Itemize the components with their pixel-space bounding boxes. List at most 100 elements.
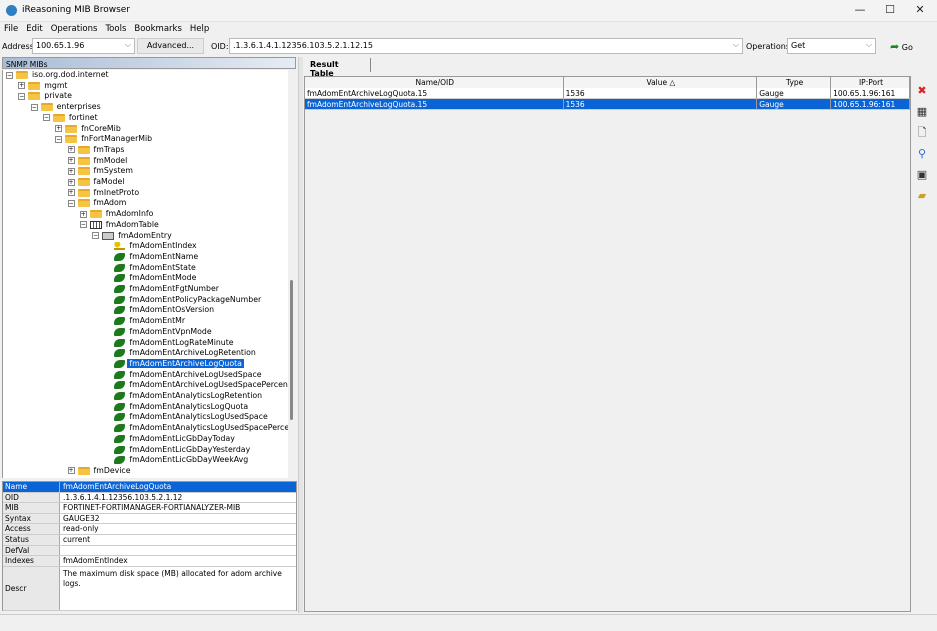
tree-node[interactable]: + fnCoreMib (55, 124, 123, 135)
tree-node[interactable]: fmAdomEntMode (114, 273, 198, 284)
collapse-icon[interactable]: − (18, 92, 26, 100)
tree-node[interactable]: fmAdomEntArchiveLogUsedSpacePercent (114, 380, 288, 391)
collapse-icon[interactable]: − (6, 71, 13, 79)
export-icon[interactable]: ▣ (915, 168, 929, 182)
tree-node[interactable]: fmAdomEntIndex (114, 241, 198, 252)
tree-node-label: fmAdomEntArchiveLogQuota (127, 358, 244, 368)
collapse-icon[interactable]: − (30, 103, 38, 111)
go-label: Go (901, 43, 913, 52)
tree-node-label: fmAdomEntAnalyticsLogRetention (129, 391, 263, 400)
collapse-icon[interactable]: − (67, 199, 75, 207)
tree-node[interactable]: − fmAdomTable (79, 220, 161, 231)
tree-node[interactable]: fmAdomEntArchiveLogUsedSpace (114, 370, 263, 381)
detail-value: .1.3.6.1.4.1.12356.103.5.2.1.12 (63, 492, 183, 502)
oid-value: .1.3.6.1.4.1.12356.103.5.2.1.12.15 (233, 41, 373, 50)
tree-node[interactable]: fmAdomEntState (114, 263, 197, 274)
operations-select[interactable]: Get ⌵ (787, 38, 876, 54)
table-row-selected[interactable]: fmAdomEntArchiveLogQuota.15 1536 Gauge 100.… (305, 99, 910, 110)
collapse-icon[interactable]: − (92, 232, 100, 239)
tree-node[interactable]: + fmAdomInfo (79, 209, 156, 220)
tree-node[interactable]: fmAdomEntVpnMode (114, 327, 213, 338)
tree-node[interactable]: − fmAdomEntry (92, 231, 174, 242)
tree-node[interactable]: + fmTraps (67, 145, 127, 156)
tree-node-label: fmAdomEntArchiveLogUsedSpacePercent (129, 380, 288, 390)
tab-result-table[interactable]: Result Table (305, 58, 371, 78)
tree-node[interactable]: − private (18, 91, 74, 102)
tree-node[interactable]: fmAdomEntAnalyticsLogQuota (114, 402, 250, 413)
tree-node[interactable]: + fmInetProto (67, 188, 142, 199)
expand-icon[interactable]: + (67, 146, 75, 154)
detail-key: Status (3, 534, 60, 545)
menu-help[interactable]: Help (186, 22, 213, 36)
oid-input[interactable]: .1.3.6.1.4.1.12356.103.5.2.1.12.15 ⌵ (229, 38, 743, 54)
expand-icon[interactable]: + (67, 189, 75, 197)
tree-node[interactable]: − iso.org.dod.internet (6, 70, 111, 81)
menu-tools[interactable]: Tools (101, 22, 130, 36)
open-folder-icon[interactable]: ▰ (915, 189, 929, 203)
tree-node[interactable]: fmAdomEntAnalyticsLogRetention (114, 391, 264, 402)
tree-node[interactable]: fmAdomEntAnalyticsLogUsedSpacePercent (114, 423, 288, 434)
menu-operations[interactable]: Operations (47, 22, 102, 36)
search-icon[interactable]: ⚲ (915, 147, 929, 161)
tree-node-label: fmAdom (93, 198, 127, 208)
stop-icon[interactable]: ✖ (915, 84, 929, 98)
tree-node[interactable]: fmAdomEntName (114, 252, 200, 263)
expand-icon[interactable]: + (79, 210, 87, 218)
tree-node[interactable]: fmAdomEntLicGbDayToday (114, 434, 237, 445)
folder-icon (77, 156, 90, 165)
tree-node[interactable]: fmAdomEntOsVersion (114, 305, 216, 316)
collapse-icon[interactable]: − (42, 114, 50, 122)
tree-node[interactable]: + mgmt (18, 81, 69, 92)
leaf-icon (114, 413, 126, 422)
tree-node[interactable]: fmAdomEntAnalyticsLogUsedSpace (114, 412, 269, 423)
cell-type: Gauge (757, 99, 832, 110)
tree-node[interactable]: + fmSystem (67, 166, 135, 177)
tree-node[interactable]: fmAdomEntPolicyPackageNumber (114, 295, 263, 306)
document-icon[interactable]: 🗋 (915, 126, 929, 140)
expand-icon[interactable]: + (67, 467, 75, 475)
tree-node[interactable]: − fnFortManagerMib (55, 134, 154, 145)
delete-table-icon[interactable]: ▦ (915, 105, 929, 119)
menu-file[interactable]: File (0, 22, 22, 36)
mib-tree[interactable]: − iso.org.dod.internet + mgmt − private − enter… (2, 70, 288, 478)
expand-icon[interactable]: + (55, 125, 63, 132)
tree-node[interactable]: fmAdomEntArchiveLogRetention (114, 348, 257, 359)
split-divider[interactable] (298, 57, 303, 613)
collapse-icon[interactable]: − (55, 135, 63, 143)
expand-icon[interactable]: + (18, 82, 26, 90)
leaf-icon (114, 295, 126, 304)
address-input[interactable]: 100.65.1.96 ⌵ (32, 38, 135, 54)
go-button[interactable]: ➦ Go (890, 40, 913, 53)
folder-icon (77, 466, 90, 475)
tree-node[interactable]: + faModel (67, 177, 127, 188)
expand-icon[interactable]: + (67, 178, 75, 186)
cell-ip-port: 100.65.1.96:161 (831, 88, 910, 99)
detail-key: Access (3, 524, 60, 534)
detail-key: DefVal (3, 545, 60, 556)
tree-node-label: fmAdomEntry (118, 230, 172, 240)
tree-node[interactable]: fmAdomEntLogRateMinute (114, 338, 235, 349)
expand-icon[interactable]: + (67, 157, 75, 165)
tree-node[interactable]: + fmModel (67, 156, 130, 167)
tree-node[interactable]: − fmAdom (67, 198, 129, 209)
leaf-icon (114, 252, 126, 261)
expand-icon[interactable]: + (67, 167, 75, 175)
close-button[interactable]: ✕ (905, 3, 935, 19)
tree-scrollbar-thumb[interactable] (290, 280, 293, 420)
tree-node[interactable]: − enterprises (30, 102, 103, 113)
tree-node[interactable]: − fortinet (42, 113, 100, 124)
menu-bookmarks[interactable]: Bookmarks (130, 22, 186, 36)
tree-node-selected[interactable]: fmAdomEntArchiveLogQuota (114, 358, 244, 370)
table-row[interactable]: fmAdomEntArchiveLogQuota.15 1536 Gauge 100.… (305, 88, 910, 99)
tree-node[interactable]: fmAdomEntLicGbDayYesterday (114, 445, 252, 456)
menu-edit[interactable]: Edit (22, 22, 46, 36)
tree-node[interactable]: fmAdomEntLicGbDayWeekAvg (114, 455, 250, 466)
detail-value (60, 546, 296, 556)
collapse-icon[interactable]: − (79, 221, 87, 229)
tree-node[interactable]: + fmDevice (67, 466, 133, 477)
advanced-button[interactable]: Advanced... (137, 38, 204, 54)
tree-node[interactable]: fmAdomEntMr (114, 316, 187, 327)
tree-node[interactable]: fmAdomEntFgtNumber (114, 284, 221, 295)
maximize-button[interactable]: ☐ (875, 3, 905, 19)
minimize-button[interactable]: — (845, 3, 875, 19)
